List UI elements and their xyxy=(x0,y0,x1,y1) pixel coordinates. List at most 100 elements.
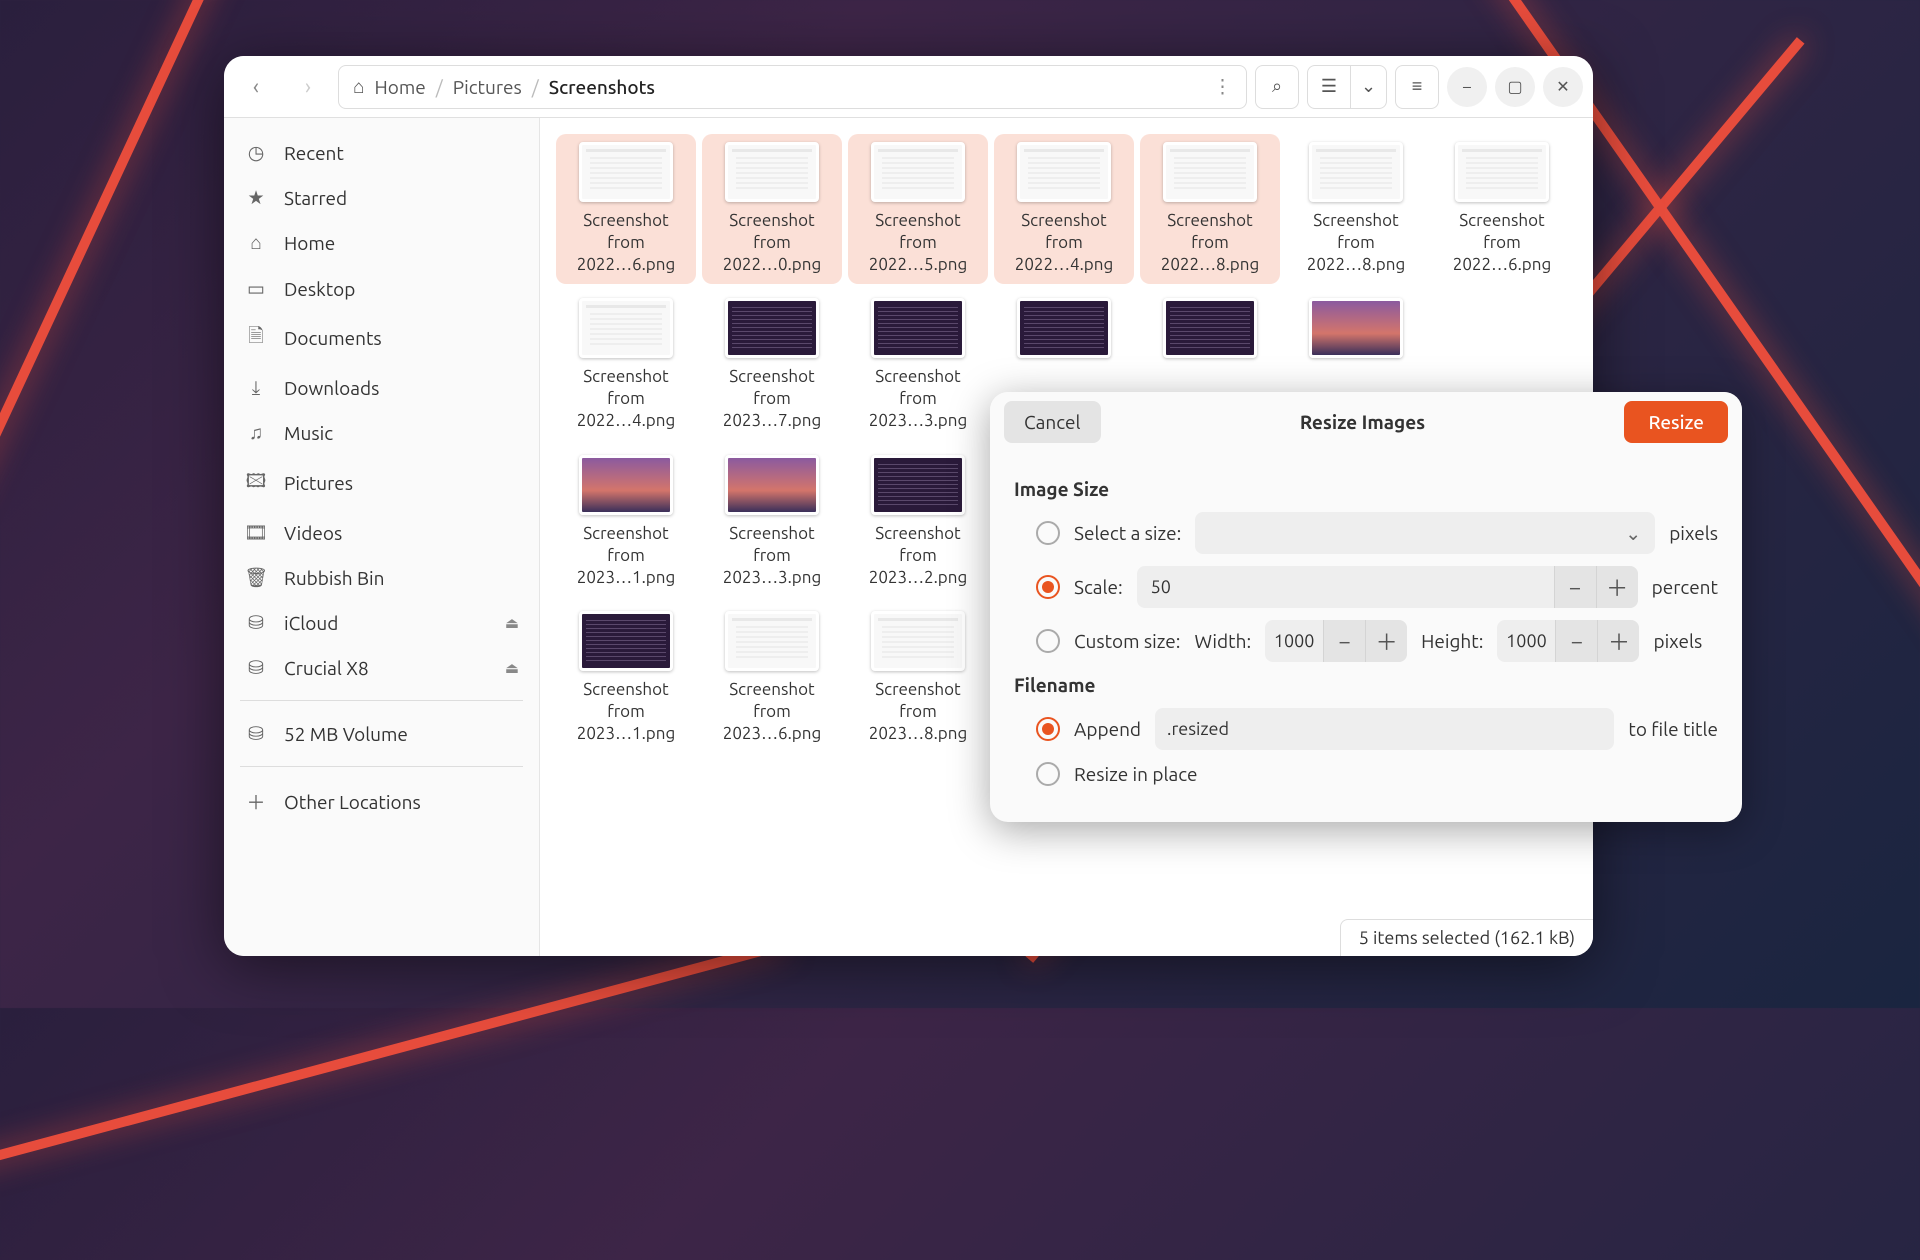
sidebar-label: 52 MB Volume xyxy=(284,723,408,745)
width-minus-button[interactable]: − xyxy=(1323,620,1365,662)
maximize-button[interactable]: ▢ xyxy=(1495,67,1535,107)
radio-select-size[interactable] xyxy=(1036,521,1060,545)
file-thumbnail xyxy=(1163,142,1257,202)
file-item[interactable]: Screenshotfrom2023…6.png xyxy=(702,603,842,753)
file-thumbnail xyxy=(871,455,965,515)
breadcrumb-sep: / xyxy=(436,76,443,98)
file-name: Screenshotfrom2022…4.png xyxy=(1015,210,1113,276)
file-thumbnail xyxy=(1309,142,1403,202)
unit-percent: percent xyxy=(1652,576,1718,598)
file-item[interactable]: Screenshotfrom2022…5.png xyxy=(848,134,988,284)
file-item[interactable]: Screenshotfrom2023…3.png xyxy=(848,290,988,440)
sidebar-item-icloud[interactable]: ⛁iCloud⏏ xyxy=(224,600,539,645)
file-thumbnail xyxy=(1017,298,1111,358)
file-item[interactable]: Screenshotfrom2023…7.png xyxy=(702,290,842,440)
file-item[interactable]: Screenshotfrom2023…3.png xyxy=(702,447,842,597)
search-icon: ⌕ xyxy=(1272,76,1282,97)
list-view-button[interactable]: ☰ xyxy=(1307,65,1351,109)
radio-scale[interactable] xyxy=(1036,575,1060,599)
view-group: ☰ ⌄ xyxy=(1307,65,1387,109)
cancel-button[interactable]: Cancel xyxy=(1004,401,1101,443)
breadcrumb-current[interactable]: Screenshots xyxy=(549,76,655,98)
width-plus-button[interactable]: ＋ xyxy=(1365,620,1407,662)
sidebar-item-desktop[interactable]: ▭Desktop xyxy=(224,266,539,311)
height-minus-button[interactable]: − xyxy=(1555,620,1597,662)
chevron-down-icon: ⌄ xyxy=(1361,76,1376,97)
sidebar-label: Home xyxy=(284,232,335,254)
minimize-button[interactable]: – xyxy=(1447,67,1487,107)
height-plus-button[interactable]: ＋ xyxy=(1597,620,1639,662)
file-thumbnail xyxy=(579,455,673,515)
view-dropdown-button[interactable]: ⌄ xyxy=(1351,65,1387,109)
sidebar-item-other-locations[interactable]: ＋ Other Locations xyxy=(224,777,539,826)
sidebar-icon: ⌂ xyxy=(244,231,268,255)
sidebar-label: Videos xyxy=(284,522,342,544)
unit-pixels: pixels xyxy=(1653,630,1702,652)
close-button[interactable]: ✕ xyxy=(1543,67,1583,107)
append-input[interactable] xyxy=(1155,708,1614,750)
sidebar-icon: ⤓ xyxy=(244,376,268,399)
file-name: Screenshotfrom2023…2.png xyxy=(869,523,967,589)
scale-plus-button[interactable]: ＋ xyxy=(1596,566,1638,608)
back-button[interactable]: ‹ xyxy=(234,65,278,109)
breadcrumb-pictures[interactable]: Pictures xyxy=(453,76,522,98)
width-spinner: − ＋ xyxy=(1265,620,1407,662)
scale-minus-button[interactable]: − xyxy=(1554,566,1596,608)
breadcrumb-home[interactable]: Home xyxy=(374,76,425,98)
sidebar-item-downloads[interactable]: ⤓Downloads xyxy=(224,365,539,410)
sidebar-item-recent[interactable]: ◷Recent xyxy=(224,130,539,175)
file-item[interactable]: Screenshotfrom2022…8.png xyxy=(1286,134,1426,284)
breadcrumb-menu-icon[interactable]: ⋮ xyxy=(1213,75,1232,98)
append-row: Append to file title xyxy=(1014,708,1718,750)
sidebar-label: Documents xyxy=(284,327,382,349)
file-item[interactable]: Screenshotfrom2023…2.png xyxy=(848,447,988,597)
file-item[interactable]: Screenshotfrom2022…6.png xyxy=(556,134,696,284)
file-item[interactable]: Screenshotfrom2023…1.png xyxy=(556,447,696,597)
sidebar-item-videos[interactable]: 🎞Videos xyxy=(224,510,539,555)
file-name: Screenshotfrom2022…0.png xyxy=(723,210,821,276)
sidebar-icon: ♫ xyxy=(244,421,268,445)
sidebar-label: Other Locations xyxy=(284,791,421,813)
radio-custom-size[interactable] xyxy=(1036,629,1060,653)
sidebar-item-pictures[interactable]: 🖾Pictures xyxy=(224,456,539,510)
radio-append[interactable] xyxy=(1036,717,1060,741)
size-dropdown[interactable]: ⌄ xyxy=(1195,512,1655,554)
file-name: Screenshotfrom2023…7.png xyxy=(723,366,821,432)
sidebar-item-starred[interactable]: ★Starred xyxy=(224,175,539,220)
radio-resize-in-place[interactable] xyxy=(1036,762,1060,786)
search-button[interactable]: ⌕ xyxy=(1255,65,1299,109)
file-item[interactable]: Screenshotfrom2022…0.png xyxy=(702,134,842,284)
sidebar-item-home[interactable]: ⌂ Home xyxy=(224,220,539,266)
breadcrumb[interactable]: ⌂ Home / Pictures / Screenshots ⋮ xyxy=(338,65,1247,109)
resize-button[interactable]: Resize xyxy=(1624,401,1728,443)
sidebar-icon: ◷ xyxy=(244,141,268,164)
close-icon: ✕ xyxy=(1556,77,1569,96)
file-item[interactable]: Screenshotfrom2022…6.png xyxy=(1432,134,1572,284)
sidebar-item-music[interactable]: ♫Music xyxy=(224,410,539,456)
file-item[interactable]: Screenshotfrom2023…8.png xyxy=(848,603,988,753)
maximize-icon: ▢ xyxy=(1507,77,1522,96)
forward-button[interactable]: › xyxy=(286,65,330,109)
sidebar-item-crucial-x8[interactable]: ⛁Crucial X8⏏ xyxy=(224,645,539,690)
sidebar-item-rubbish-bin[interactable]: 🗑Rubbish Bin xyxy=(224,555,539,600)
chevron-down-icon: ⌄ xyxy=(1625,522,1641,545)
eject-icon[interactable]: ⏏ xyxy=(505,659,519,677)
file-thumbnail xyxy=(871,611,965,671)
scale-input[interactable] xyxy=(1137,566,1554,608)
sidebar-item-documents[interactable]: 🗎Documents xyxy=(224,311,539,365)
sidebar-item-volume[interactable]: ⛁ 52 MB Volume xyxy=(224,711,539,756)
file-item[interactable]: Screenshotfrom2022…4.png xyxy=(556,290,696,440)
list-icon: ☰ xyxy=(1321,76,1337,97)
file-thumbnail xyxy=(725,455,819,515)
height-input[interactable] xyxy=(1497,620,1555,662)
hamburger-menu-button[interactable]: ≡ xyxy=(1395,65,1439,109)
width-input[interactable] xyxy=(1265,620,1323,662)
sidebar: ◷Recent★Starred⌂Home▭Desktop🗎Documents⤓D… xyxy=(224,118,540,956)
file-thumbnail xyxy=(871,142,965,202)
file-thumbnail xyxy=(1017,142,1111,202)
file-item[interactable]: Screenshotfrom2022…8.png xyxy=(1140,134,1280,284)
file-item[interactable]: Screenshotfrom2022…4.png xyxy=(994,134,1134,284)
width-label: Width: xyxy=(1194,630,1251,652)
eject-icon[interactable]: ⏏ xyxy=(505,614,519,632)
file-item[interactable]: Screenshotfrom2023…1.png xyxy=(556,603,696,753)
